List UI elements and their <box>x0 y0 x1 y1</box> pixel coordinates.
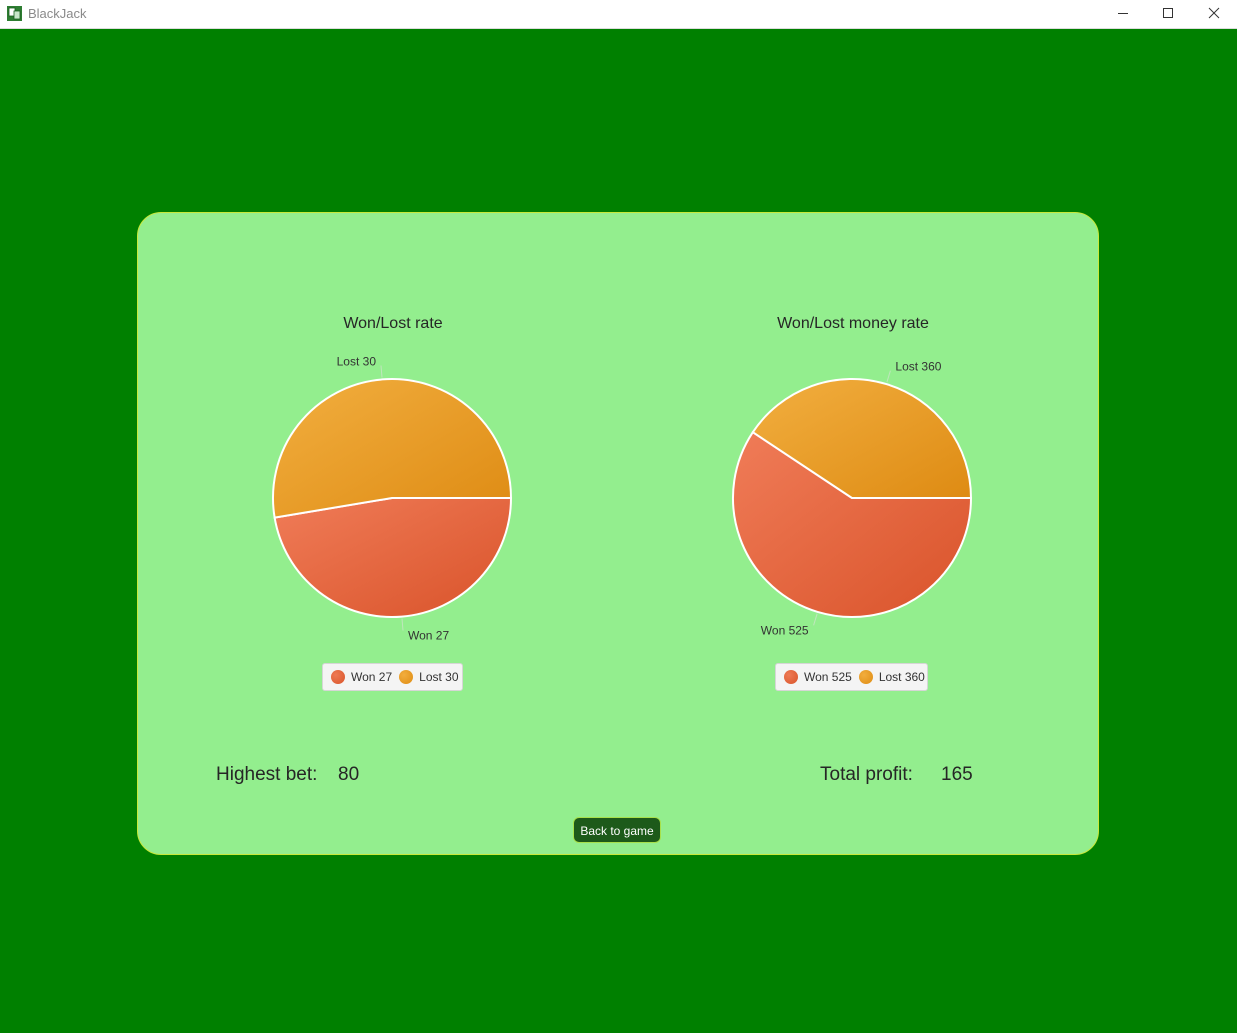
statistics-panel: Won/Lost rate Won 27 Lost 30 Won 27 Lost … <box>137 212 1099 855</box>
legend-label: Lost 30 <box>419 670 459 684</box>
slice-leader-line <box>886 370 891 383</box>
legend-dot-won <box>331 670 345 684</box>
legend-dot-won <box>784 670 798 684</box>
legend-label: Won 27 <box>351 670 393 684</box>
blackjack-app-icon <box>7 6 22 21</box>
slice-leader-line <box>380 365 383 378</box>
slice-label-lost: Lost 360 <box>895 360 941 374</box>
legend-dot-lost <box>858 670 873 684</box>
legend-item-won: Won 525 <box>784 670 852 684</box>
maximize-button[interactable] <box>1145 0 1191 28</box>
slice-label-lost: Lost 30 <box>337 355 377 369</box>
won-lost-money-rate-chart: Won/Lost money rate Won 525 Lost 360 Won … <box>623 213 1083 713</box>
minimize-icon <box>1118 13 1128 14</box>
window-title: BlackJack <box>28 6 87 21</box>
slice-label-won: Won 27 <box>408 629 449 643</box>
legend-item-lost: Lost 360 <box>858 670 925 684</box>
close-button[interactable] <box>1191 0 1237 28</box>
minimize-button[interactable] <box>1100 0 1146 28</box>
legend-item-won: Won 27 <box>331 670 392 684</box>
highest-bet-value: 80 <box>338 764 360 785</box>
chart-legend: Won 27 Lost 30 <box>322 663 463 691</box>
back-to-game-button[interactable]: Back to game <box>573 817 661 843</box>
legend-item-lost: Lost 30 <box>399 670 459 684</box>
slice-label-won: Won 525 <box>761 623 809 637</box>
chart-legend: Won 525 Lost 360 <box>775 663 928 691</box>
slice-leader-line <box>813 613 818 626</box>
won-lost-rate-chart: Won/Lost rate Won 27 Lost 30 Won 27 Lost … <box>163 213 623 713</box>
window-titlebar: BlackJack <box>0 0 1237 29</box>
highest-bet-label: Highest bet: <box>216 764 318 785</box>
legend-label: Won 525 <box>804 670 852 684</box>
pie-slice-lost <box>272 378 513 519</box>
total-profit-value: 165 <box>941 764 973 785</box>
close-icon <box>1208 7 1220 19</box>
total-profit-label: Total profit: <box>820 764 913 785</box>
slice-leader-line <box>401 618 404 631</box>
legend-label: Lost 360 <box>878 670 925 684</box>
pie-slice-won <box>273 497 513 618</box>
pie-chart-svg: Won 27 Lost 30 <box>272 355 513 643</box>
maximize-icon <box>1163 8 1173 18</box>
legend-dot-lost <box>399 670 414 684</box>
pie-chart-svg: Won 525 Lost 360 <box>732 360 973 637</box>
